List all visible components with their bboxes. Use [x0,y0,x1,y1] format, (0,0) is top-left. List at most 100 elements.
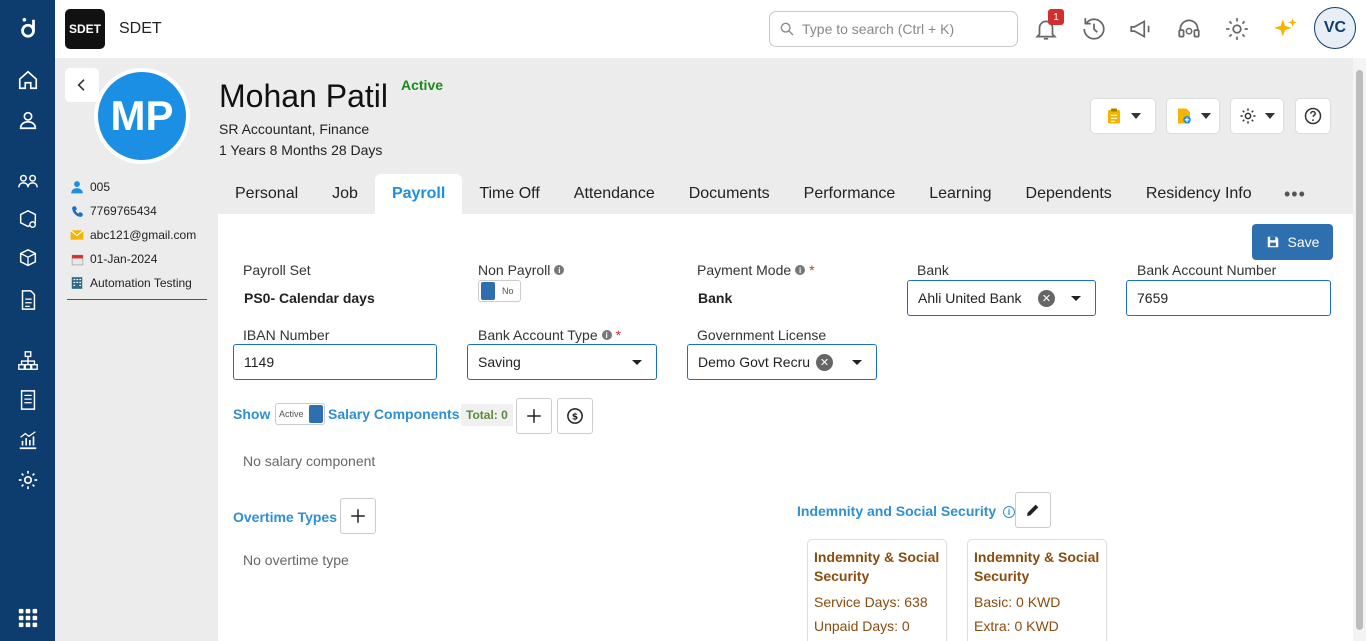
tab-job[interactable]: Job [315,174,375,214]
package-icon[interactable] [16,247,40,271]
tab-performance[interactable]: Performance [787,174,913,214]
caret-down-icon[interactable] [852,360,862,365]
salary-total-chip: Total: 0 [461,404,513,426]
employee-name: Mohan Patil [219,78,388,114]
bank-account-type-select[interactable]: Saving [467,344,657,380]
tab-personal[interactable]: Personal [218,174,315,214]
bank-account-type-value: Saving [478,354,521,370]
sidebar [0,0,55,641]
employee-tenure: 1 Years 8 Months 28 Days [219,142,383,158]
brand-logo-icon[interactable] [16,16,40,40]
government-license-label: Government License [697,327,827,343]
tab-attendance[interactable]: Attendance [557,174,672,214]
more-tabs-button[interactable]: ••• [1284,184,1306,205]
notifications-button[interactable]: 1 [1032,9,1064,43]
document-icon[interactable] [16,288,40,312]
payroll-set-label: Payroll Set [243,262,311,278]
org-chart-icon[interactable] [16,349,40,373]
company-row: Automation Testing [69,275,192,291]
search-icon [779,21,795,40]
bank-select[interactable]: Ahli United Bank ✕ [907,280,1096,316]
save-button[interactable]: Save [1252,224,1333,260]
caret-down-icon [1201,113,1211,119]
caret-down-icon [1131,113,1141,119]
extra-amount: Extra: 0 KWD [974,618,1059,634]
toggle-label: Active [279,409,304,419]
notification-badge: 1 [1048,9,1064,25]
employee-icon[interactable] [16,108,40,132]
show-label: Show [233,406,271,422]
save-label: Save [1287,234,1320,250]
no-overtime-type-text: No overtime type [243,552,349,568]
payment-mode-label: Payment Mode i * [697,262,815,278]
package-settings-icon[interactable] [16,208,40,232]
app-title: SDET [119,20,162,37]
profile-tabs: Personal Job Payroll Time Off Attendance… [218,174,1269,214]
building-icon [69,275,85,291]
edit-indemnity-button[interactable] [1015,492,1051,528]
user-avatar[interactable]: VC [1314,7,1356,49]
analytics-icon[interactable] [16,428,40,452]
app-logo[interactable]: SDET [65,9,105,49]
apps-grid-icon[interactable] [16,606,40,630]
home-icon[interactable] [16,68,40,92]
clear-icon[interactable]: ✕ [816,354,833,371]
indemnity-card: Indemnity & Social Security Service Days… [807,539,947,641]
info-icon: i [601,330,612,340]
tab-residency-info[interactable]: Residency Info [1129,174,1269,214]
social-security-card: Indemnity & Social Security Basic: 0 KWD… [967,539,1107,641]
scrollbar-thumb[interactable] [1356,70,1363,630]
support-headset-icon[interactable] [1175,15,1203,43]
caret-down-icon[interactable] [632,360,642,365]
non-payroll-toggle[interactable]: No [478,280,521,302]
megaphone-icon[interactable] [1127,15,1155,43]
clipboard-menu-button[interactable] [1090,98,1156,134]
iban-input[interactable]: 1149 [233,344,437,380]
document-export-button[interactable] [1166,98,1220,134]
tab-dependents[interactable]: Dependents [1009,174,1129,214]
company-name: Automation Testing [90,276,192,290]
service-days: Service Days: 638 [814,594,928,610]
join-date: 01-Jan-2024 [90,252,158,266]
bank-account-number-input[interactable]: 7659 [1126,280,1331,316]
card-title: Indemnity & Social Security [974,549,1100,584]
toggle-label: No [502,286,514,296]
unpaid-days: Unpaid Days: 0 [814,618,910,634]
divider [67,299,207,300]
card-title: Indemnity & Social Security [814,549,940,584]
email-row: abc121@gmail.com [69,227,196,243]
status-badge: Active [401,77,444,93]
iban-value: 1149 [244,354,275,370]
add-salary-component-button[interactable] [516,398,552,434]
bank-label: Bank [917,262,949,278]
chevron-left-icon [77,79,85,91]
phone-row: 7769765434 [69,203,157,219]
tab-payroll[interactable]: Payroll [374,174,463,214]
settings-gear-icon[interactable] [1223,15,1251,43]
tab-documents[interactable]: Documents [672,174,787,214]
tab-learning[interactable]: Learning [912,174,1008,214]
report-icon[interactable] [16,388,40,412]
team-icon[interactable] [16,169,40,193]
caret-down-icon[interactable] [1071,296,1081,301]
person-icon [69,179,85,195]
scrollbar[interactable] [1353,58,1366,641]
ai-sparkle-icon[interactable] [1271,15,1299,43]
add-overtime-type-button[interactable] [340,498,376,534]
bank-account-number-label: Bank Account Number [1137,262,1277,278]
settings-icon[interactable] [16,468,40,492]
government-license-select[interactable]: Demo Govt Recru ✕ [687,344,877,380]
salary-currency-button[interactable]: $ [557,398,593,434]
settings-menu-button[interactable] [1230,98,1284,134]
search-input[interactable]: Type to search (Ctrl + K) [769,11,1018,47]
back-button[interactable] [65,68,99,102]
help-button[interactable] [1295,98,1331,134]
phone-number: 7769765434 [90,204,157,218]
employee-id-row: 005 [69,179,110,195]
tab-time-off[interactable]: Time Off [462,174,556,214]
info-icon: i [1003,506,1016,518]
payroll-content [218,214,1353,641]
history-icon[interactable] [1080,15,1108,43]
salary-show-toggle[interactable]: Active [275,403,325,425]
clear-icon[interactable]: ✕ [1038,290,1055,307]
